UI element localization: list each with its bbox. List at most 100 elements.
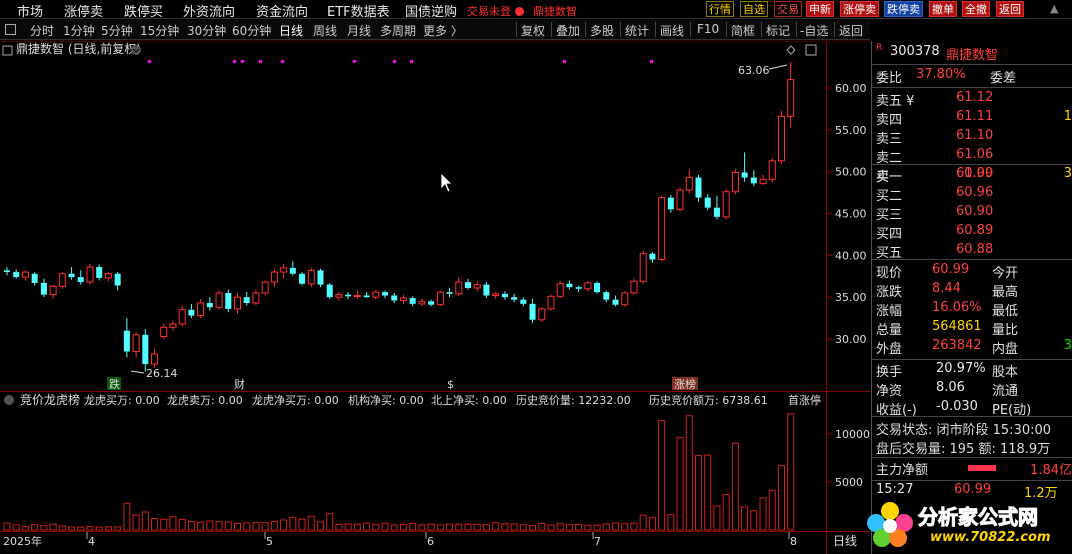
volume-bar	[529, 524, 537, 531]
fundamental-row[interactable]: 换手 20.97% 股本	[876, 361, 1072, 380]
candle	[160, 323, 168, 339]
wei-bi-label: 委比	[876, 71, 903, 86]
volume-bar	[685, 415, 693, 531]
volume-bar	[427, 523, 435, 531]
r-badge-icon: R	[876, 43, 883, 53]
tool-f10[interactable]: F10	[697, 22, 719, 36]
period-30min[interactable]: 30分钟	[187, 22, 226, 39]
tool-draw[interactable]: 画线	[660, 22, 684, 39]
chart-options-icon[interactable]	[131, 45, 141, 55]
sell-level-row[interactable]: 卖五 ¥ 61.12	[876, 90, 1072, 109]
tool-remove-watch[interactable]: -自选	[800, 22, 828, 39]
chart-menu-icon[interactable]	[2, 45, 13, 56]
tool-simple-frame[interactable]: 简框	[731, 22, 755, 39]
period-60min[interactable]: 60分钟	[232, 22, 271, 39]
indicator-name: 竞价龙虎榜	[20, 392, 80, 407]
tool-mark[interactable]: 标记	[766, 22, 790, 39]
volume-bar	[197, 521, 205, 531]
diamond-icon[interactable]	[786, 45, 796, 55]
tick-time: 15:27	[876, 482, 914, 497]
quote-row[interactable]: 外盘 263842 内盘 3	[876, 338, 1072, 357]
btn-new-ipo[interactable]: 申新	[806, 1, 834, 17]
scroll-arrow-icon[interactable]: ▲	[1050, 2, 1058, 15]
quote-row[interactable]: 总量 564861 量比	[876, 319, 1072, 338]
buy-level-row[interactable]: 买一 60.99 3	[876, 166, 1072, 185]
event-marker-finance[interactable]: 财	[234, 377, 245, 391]
menu-limit-down-buy[interactable]: 跌停买	[124, 1, 163, 20]
period-weekly[interactable]: 周线	[313, 22, 337, 39]
indicator-field: 历史竞价量: 12232.00	[516, 393, 631, 407]
wei-bi-value: 37.80%	[916, 67, 966, 82]
period-daily[interactable]: 日线	[279, 22, 303, 39]
maximize-icon[interactable]	[805, 44, 817, 56]
quote-row[interactable]: 涨幅 16.06% 最低	[876, 300, 1072, 319]
quote-row[interactable]: 现价 60.99 今开	[876, 262, 1072, 281]
volume-bar	[593, 524, 601, 531]
btn-cancel-order[interactable]: 撤单	[929, 1, 957, 17]
tool-overlay[interactable]: 叠加	[556, 22, 580, 39]
candle	[409, 296, 416, 307]
btn-quote[interactable]: 行情	[706, 1, 734, 17]
volume-bar	[316, 521, 324, 531]
stock-code: 300378	[890, 44, 940, 59]
tool-stats[interactable]: 统计	[625, 22, 649, 39]
candle	[252, 289, 260, 306]
candle	[123, 318, 130, 358]
sell-level-row[interactable]: 卖四 61.11 1	[876, 109, 1072, 128]
sell-level-row[interactable]: 卖三 61.10	[876, 128, 1072, 147]
quote-value: 564861	[932, 319, 982, 334]
period-timeshare[interactable]: 分时	[30, 22, 54, 39]
candle	[455, 277, 463, 297]
tool-multi-stock[interactable]: 多股	[590, 22, 614, 39]
menu-limit-up-sell[interactable]: 涨停卖	[64, 1, 103, 20]
kline-chart[interactable]: 60.00 55.00 50.00 45.00 40.00 35.00 30.00 1000…	[0, 41, 870, 554]
volume-bar	[630, 522, 638, 531]
quote-label: 涨跌	[876, 285, 903, 300]
btn-back-top[interactable]: 返回	[996, 1, 1024, 17]
candle	[86, 263, 94, 285]
quote-row[interactable]: 涨跌 8.44 最高	[876, 281, 1072, 300]
period-5min[interactable]: 5分钟	[101, 22, 133, 39]
candle	[787, 62, 795, 128]
tool-adjust[interactable]: 复权	[521, 22, 545, 39]
btn-cancel-all[interactable]: 全撤	[962, 1, 990, 17]
menu-market[interactable]: 市场	[17, 1, 43, 20]
price-tick-label: 55.00	[835, 124, 867, 137]
buy-level-row[interactable]: 买三 60.90	[876, 204, 1072, 223]
candle	[639, 250, 647, 284]
panel-toggle-icon[interactable]	[5, 24, 16, 35]
volume-bar	[68, 526, 76, 531]
event-marker-dollar[interactable]: $	[447, 378, 454, 391]
buy-level-row[interactable]: 买四 60.89	[876, 223, 1072, 242]
btn-limit-down-sell[interactable]: 跌停卖	[884, 1, 923, 17]
btn-limit-up-sell[interactable]: 涨停卖	[840, 1, 879, 17]
period-multi[interactable]: 多周期	[380, 22, 416, 39]
volume-bar	[335, 523, 343, 531]
tool-back[interactable]: 返回	[839, 22, 863, 39]
menu-etf-table[interactable]: ETF数据表	[327, 1, 390, 20]
main-net-row: 主力净额 1.84亿	[876, 459, 1072, 478]
menu-capital-flow[interactable]: 资金流向	[256, 1, 308, 20]
price-tick-label: 60.00	[835, 82, 867, 95]
menu-bond-repo[interactable]: 国债逆购	[405, 1, 457, 20]
period-monthly[interactable]: 月线	[347, 22, 371, 39]
period-more[interactable]: 更多 〉	[423, 22, 463, 39]
period-15min[interactable]: 15分钟	[140, 22, 179, 39]
btn-watchlist[interactable]: 自选	[740, 1, 768, 17]
menu-stock-name[interactable]: 鼎捷数智	[533, 3, 577, 19]
event-marker-limit-list[interactable]: 涨榜	[674, 377, 696, 391]
login-notice[interactable]: 交易未登	[467, 3, 524, 19]
buy-level-row[interactable]: 买二 60.96	[876, 185, 1072, 204]
menu-foreign-flow[interactable]: 外资流向	[183, 1, 235, 20]
indicator-options-icon[interactable]	[4, 395, 14, 405]
btn-trade[interactable]: 交易	[774, 1, 802, 17]
top-menu-bar: 市场 涨停卖 跌停买 外资流向 资金流向 ETF数据表 国债逆购 交易未登 鼎捷…	[0, 0, 1072, 20]
fundamental-row[interactable]: 净资 8.06 流通	[876, 380, 1072, 399]
indicator-field: 北上净买: 0.00	[431, 393, 507, 407]
wei-cha-label: 委差	[990, 71, 1017, 86]
period-label: 日线	[833, 534, 857, 548]
quote-label: 最低	[992, 304, 1019, 319]
event-marker-drop[interactable]: 跌	[109, 377, 120, 391]
volume-bar	[584, 524, 592, 531]
period-1min[interactable]: 1分钟	[63, 22, 95, 39]
